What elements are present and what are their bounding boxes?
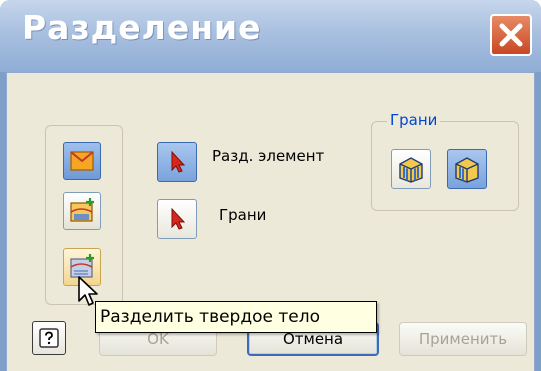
faces-select-button[interactable]	[157, 199, 197, 239]
faces-group: Грани	[371, 111, 519, 211]
help-button[interactable]	[32, 321, 66, 355]
question-icon	[39, 328, 59, 348]
arrow-select-icon	[171, 207, 186, 230]
title-bar[interactable]: Разделение	[0, 0, 541, 72]
split-face-mode-icon	[70, 151, 94, 171]
mouse-cursor-icon	[78, 276, 98, 306]
apply-button[interactable]: Применить	[399, 322, 527, 356]
dialog-title: Разделение	[22, 8, 262, 47]
arrow-select-icon	[171, 150, 186, 173]
faces-group-legend: Грани	[387, 111, 441, 129]
close-button[interactable]	[490, 14, 532, 56]
split-face-mode-button[interactable]	[63, 142, 101, 180]
split-part-mode-button[interactable]	[63, 192, 101, 230]
split-part-mode-icon	[70, 198, 94, 222]
split-tool-label: Разд. элемент	[212, 147, 325, 165]
close-icon	[499, 23, 523, 47]
split-tool-select-button[interactable]	[157, 142, 197, 182]
all-faces-button[interactable]	[391, 149, 431, 189]
tooltip: Разделить твердое тело	[95, 301, 377, 333]
all-faces-icon	[399, 157, 423, 183]
select-faces-icon	[455, 157, 479, 183]
dialog-body: Разд. элемент Грани Грани OK Отмена Прим…	[6, 72, 535, 371]
dialog-window: Разделение Разд. элемент Грани Грани OK …	[0, 0, 541, 371]
faces-label: Грани	[219, 206, 267, 224]
select-faces-button[interactable]	[447, 149, 487, 189]
